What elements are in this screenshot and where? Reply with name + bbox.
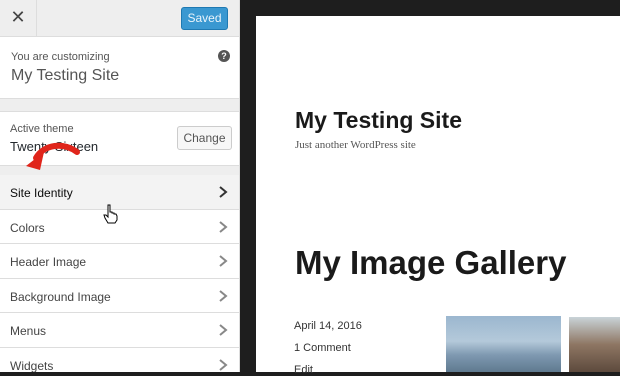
chevron-right-icon [219, 220, 228, 233]
preview-site-title[interactable]: My Testing Site [295, 107, 462, 134]
post-title[interactable]: My Image Gallery [295, 244, 566, 282]
site-name: My Testing Site [11, 67, 120, 84]
save-button[interactable]: Saved [181, 7, 228, 30]
menu-item-label: Background Image [10, 289, 111, 304]
menu-item-label: Menus [10, 324, 47, 339]
chevron-right-icon [219, 324, 228, 337]
gallery-image[interactable] [446, 316, 561, 372]
menu-item-label: Header Image [10, 255, 87, 270]
menu-item-colors[interactable]: Colors [0, 209, 239, 245]
chevron-right-icon [219, 186, 228, 198]
post-comments-link[interactable]: 1 Comment [294, 342, 351, 354]
close-icon[interactable]: ✕ [0, 0, 37, 36]
change-theme-button[interactable]: Change [177, 126, 232, 150]
customizer-menu: Site Identity Colors Header Image Backgr… [0, 175, 239, 372]
menu-item-menus[interactable]: Menus [0, 313, 239, 348]
menu-item-widgets[interactable]: Widgets [0, 347, 239, 372]
chevron-right-icon [219, 255, 228, 267]
active-theme-label: Active theme [10, 123, 74, 135]
menu-item-label: Widgets [10, 358, 54, 372]
preview-tagline: Just another WordPress site [295, 139, 416, 151]
menu-item-header-image[interactable]: Header Image [0, 244, 239, 279]
chevron-right-icon [219, 359, 228, 371]
help-icon[interactable]: ? [218, 50, 230, 62]
menu-item-label: Colors [10, 220, 45, 235]
menu-item-label: Site Identity [10, 186, 73, 200]
menu-item-background-image[interactable]: Background Image [0, 278, 239, 314]
post-edit-link[interactable]: Edit [294, 364, 313, 376]
annotation-arrow-icon [26, 142, 80, 170]
customizing-label: You are customizing [11, 51, 110, 63]
site-preview: My Testing Site Just another WordPress s… [256, 16, 620, 376]
gallery-image[interactable] [569, 317, 620, 372]
post-date[interactable]: April 14, 2016 [294, 320, 362, 332]
hand-cursor-icon [103, 204, 118, 224]
menu-item-site-identity[interactable]: Site Identity [0, 175, 239, 210]
chevron-right-icon [219, 290, 228, 302]
customizer-header: ✕ Saved [0, 0, 239, 37]
customize-info: You are customizing My Testing Site ? [0, 37, 239, 99]
customizer-sidebar: ✕ Saved You are customizing My Testing S… [0, 0, 240, 372]
